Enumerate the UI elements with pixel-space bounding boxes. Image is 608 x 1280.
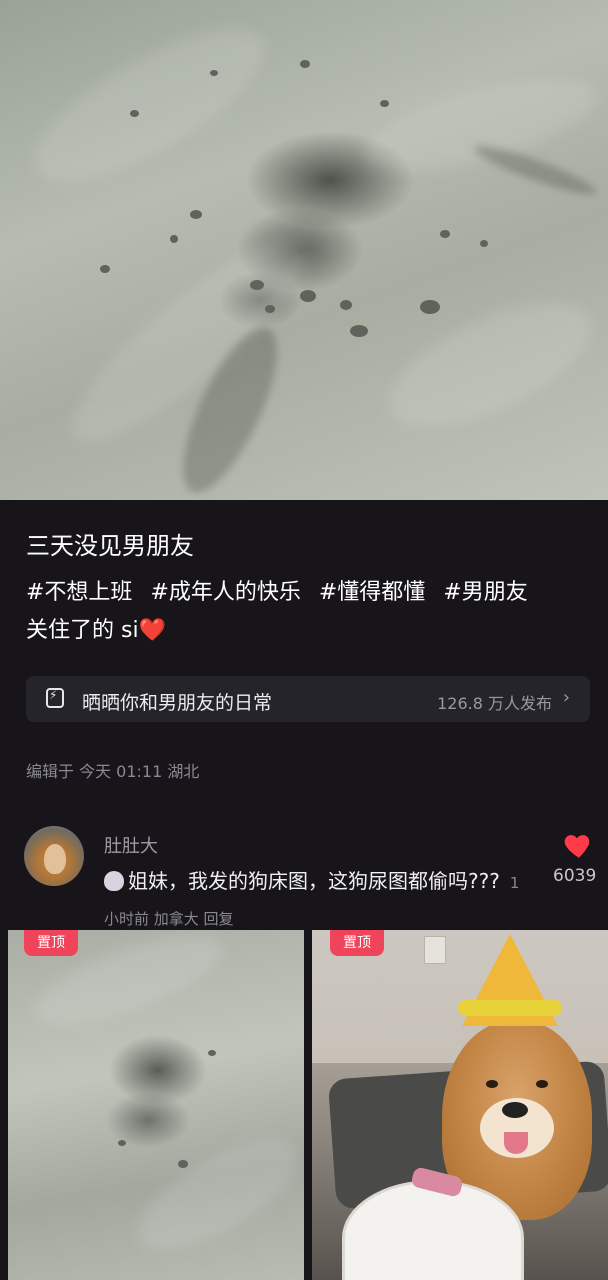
post-title: 三天没见男朋友 <box>26 532 194 560</box>
pinned-badge: 置顶 <box>24 930 78 956</box>
avatar[interactable] <box>24 826 84 886</box>
comment-text: 姐妹，我发的狗床图，这狗尿图都偷吗??? <box>128 869 500 893</box>
pinned-badge: 置顶 <box>330 930 384 956</box>
poop-icon <box>104 871 124 891</box>
topic-text: 晒晒你和男朋友的日常 <box>82 692 273 714</box>
hashtag-link[interactable]: #男朋友 <box>443 580 527 605</box>
post-caption: 关住了的 si <box>26 618 139 643</box>
like-count: 6039 <box>553 866 597 886</box>
like-heart-icon[interactable] <box>562 828 596 862</box>
heart-emoji: ❤️ <box>138 618 166 643</box>
comment-image-bed[interactable]: 置顶 <box>8 930 304 1280</box>
hashtag-link[interactable]: #懂得都懂 <box>319 580 425 605</box>
chevron-right-icon: › <box>562 687 570 708</box>
wall-outlet <box>424 936 446 964</box>
hashtag-link[interactable]: #不想上班 <box>26 580 132 605</box>
lightning-square-icon <box>46 688 64 708</box>
topic-row[interactable]: 晒晒你和男朋友的日常 126.8 万人发布 › <box>26 676 590 722</box>
hashtag-link[interactable]: #成年人的快乐 <box>150 580 300 605</box>
comment-body: 姐妹，我发的狗床图，这狗尿图都偷吗??? 1小时前 加拿大 回复 <box>104 864 524 936</box>
topic-count: 126.8 万人发布 <box>437 694 552 713</box>
post-photo[interactable] <box>0 0 608 500</box>
edit-info: 编辑于 今天 01:11 湖北 <box>26 762 200 781</box>
post-tags: #不想上班 #成年人的快乐 #懂得都懂 #男朋友 关住了的 si❤️ <box>26 574 596 650</box>
comment-image-dog[interactable]: 置顶 <box>312 930 608 1280</box>
comment-username[interactable]: 肚肚大 <box>104 832 158 858</box>
